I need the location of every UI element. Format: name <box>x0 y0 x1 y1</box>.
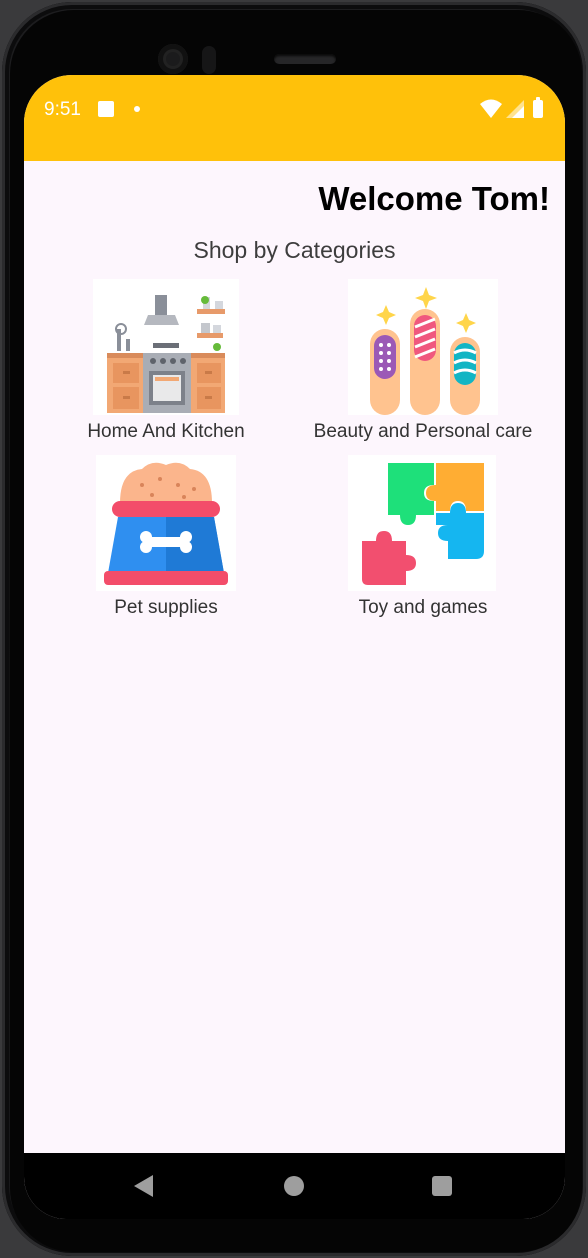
category-pet-supplies[interactable]: Pet supplies <box>31 455 301 625</box>
section-title: Shop by Categories <box>193 237 396 263</box>
front-camera <box>158 44 188 74</box>
category-label: Home And Kitchen <box>87 421 245 442</box>
status-time: 9:51 <box>44 99 81 120</box>
category-label: Pet supplies <box>114 597 218 618</box>
pet-bowl-icon <box>96 455 236 591</box>
back-icon[interactable] <box>134 1175 153 1197</box>
proximity-sensor <box>202 46 216 74</box>
kitchen-icon <box>93 279 239 415</box>
battery-icon <box>533 97 543 118</box>
home-icon[interactable] <box>284 1176 304 1196</box>
nail-polish-icon <box>348 279 498 415</box>
wifi-icon <box>480 99 502 118</box>
category-label: Toy and games <box>358 597 488 618</box>
system-nav-bar <box>24 1153 565 1219</box>
status-bar: 9:51 <box>24 75 565 161</box>
category-toy-and-games[interactable]: Toy and games <box>288 455 558 625</box>
notification-dot-icon <box>134 106 140 112</box>
welcome-title: Welcome Tom! <box>318 180 550 217</box>
signal-icon <box>506 100 524 118</box>
recents-icon[interactable] <box>432 1176 452 1196</box>
notification-square-icon <box>98 101 114 117</box>
earpiece-speaker <box>274 54 336 64</box>
category-home-and-kitchen[interactable]: Home And Kitchen <box>31 279 301 449</box>
app-screen: 9:51 Welcome Tom! Shop by Categories Hom… <box>24 75 565 1219</box>
category-beauty-and-personal-care[interactable]: Beauty and Personal care <box>288 279 558 449</box>
category-label: Beauty and Personal care <box>313 421 533 442</box>
puzzle-icon <box>348 455 496 591</box>
